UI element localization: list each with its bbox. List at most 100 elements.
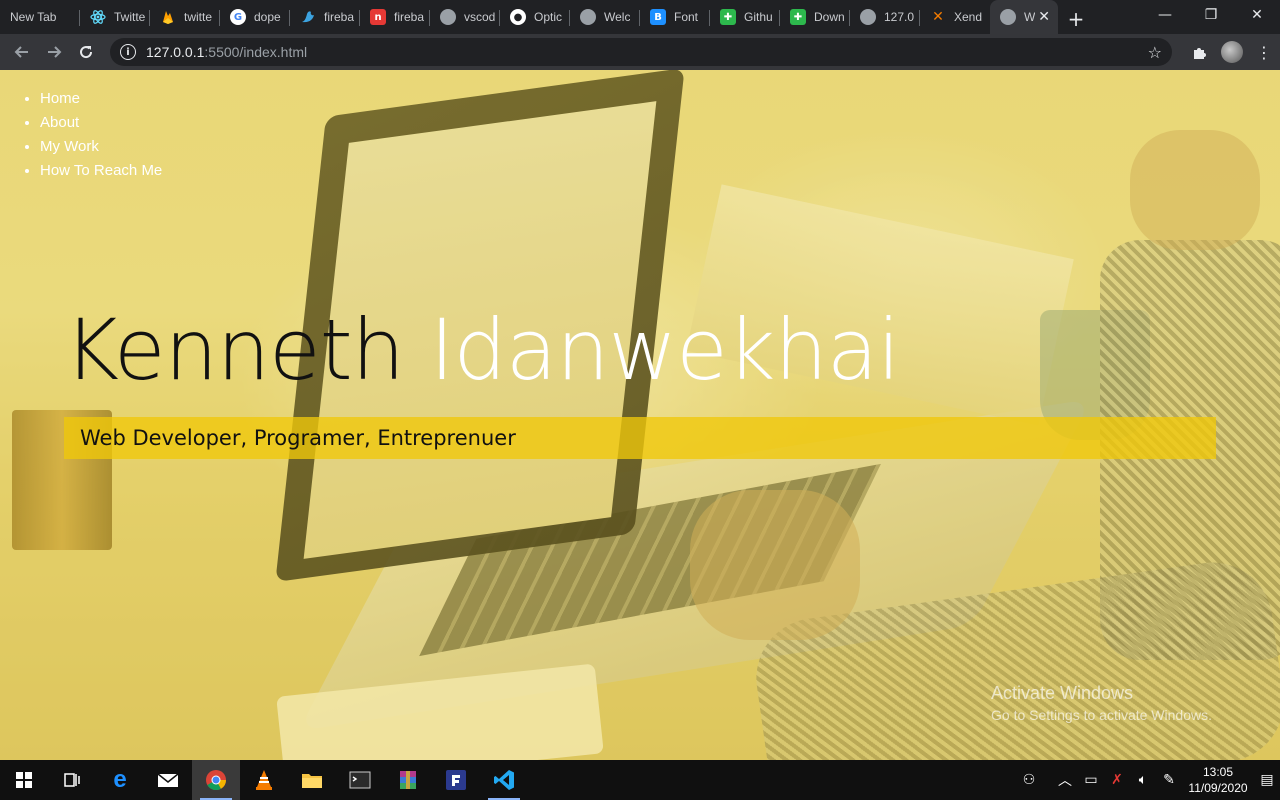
hero-last-name: Idanwekhai	[429, 301, 901, 399]
network-icon[interactable]: ✗	[1104, 772, 1130, 788]
tab-vscode[interactable]: vscod	[430, 2, 500, 32]
taskbar-winrar[interactable]	[384, 760, 432, 800]
tab-welcome[interactable]: Welc	[570, 2, 640, 32]
chevron-up-icon[interactable]: ︿	[1052, 770, 1078, 790]
tab-title: dope	[254, 10, 281, 24]
yellow-overlay	[0, 70, 1280, 760]
chrome-icon	[206, 770, 227, 791]
tab-title: Welc	[604, 10, 631, 24]
puzzle-icon: ✚	[720, 9, 736, 25]
tab-firebase-2[interactable]: n fireba	[360, 2, 430, 32]
battery-icon[interactable]: ▭	[1078, 772, 1104, 788]
reload-button[interactable]	[70, 36, 102, 68]
people-icon[interactable]: ⚇	[1016, 772, 1042, 788]
url-path: :5500/index.html	[204, 44, 308, 60]
n-icon: n	[370, 9, 386, 25]
react-icon	[90, 9, 106, 25]
clock[interactable]: 13:05 11/09/2020	[1182, 764, 1254, 796]
nav-link-my-work[interactable]: My Work	[40, 138, 99, 155]
url-text[interactable]: 127.0.0.1:5500/index.html	[146, 44, 307, 60]
site-info-icon[interactable]: i	[120, 44, 136, 60]
taskbar-app-f[interactable]	[432, 760, 480, 800]
taskbar-edge[interactable]: e	[96, 760, 144, 800]
firebase-icon	[160, 9, 176, 25]
arrow-left-icon	[14, 46, 28, 58]
minimize-button[interactable]: —	[1142, 0, 1188, 30]
tab-title: W	[1024, 10, 1036, 24]
browser-toolbar: i 127.0.0.1:5500/index.html ☆ ⋮	[0, 34, 1280, 70]
bookmark-star-icon[interactable]: ☆	[1148, 43, 1162, 62]
start-button[interactable]	[0, 760, 48, 800]
close-window-button[interactable]: ✕	[1234, 0, 1280, 30]
tab-twitter-firebase[interactable]: twitte	[150, 2, 220, 32]
bird-icon	[300, 9, 316, 25]
puzzle-icon: ✚	[790, 9, 806, 25]
activate-windows-watermark: Activate Windows Go to Settings to activ…	[991, 682, 1212, 726]
back-button[interactable]	[6, 36, 38, 68]
tab-title: New Tab	[10, 10, 57, 24]
vscode-icon	[494, 770, 514, 790]
tab-title: Down	[814, 10, 845, 24]
tab-active[interactable]: W ✕	[990, 0, 1058, 34]
nav-item-my-work: My Work	[40, 138, 162, 162]
winrar-icon	[400, 771, 416, 789]
tab-github[interactable]: ✚ Githu	[710, 2, 780, 32]
tab-title: 127.0	[884, 10, 915, 24]
tab-download[interactable]: ✚ Down	[780, 2, 850, 32]
vlc-cone-icon	[256, 770, 272, 790]
tab-localhost[interactable]: 127.0	[850, 2, 920, 32]
tab-title: Optic	[534, 10, 563, 24]
mail-icon	[157, 773, 179, 787]
nav-item-home: Home	[40, 90, 162, 114]
hero-first-name: Kenneth	[64, 301, 405, 399]
menu-button[interactable]: ⋮	[1248, 36, 1280, 68]
taskbar-mail[interactable]	[144, 760, 192, 800]
tab-font[interactable]: B Font	[640, 2, 710, 32]
extensions-button[interactable]	[1184, 36, 1216, 68]
google-icon: G	[230, 9, 246, 25]
tab-new-tab[interactable]: New Tab	[0, 2, 80, 32]
clock-date: 11/09/2020	[1188, 781, 1248, 795]
profile-avatar[interactable]	[1216, 36, 1248, 68]
taskbar-chrome[interactable]	[192, 760, 240, 800]
url-host: 127.0.0.1	[146, 44, 205, 60]
restore-button[interactable]: ❐	[1188, 0, 1234, 30]
b-icon: B	[650, 9, 666, 25]
tab-firebase-1[interactable]: fireba	[290, 2, 360, 32]
f-app-icon	[446, 770, 466, 790]
nav-link-about[interactable]: About	[40, 114, 79, 131]
address-bar[interactable]: i 127.0.0.1:5500/index.html ☆	[110, 38, 1172, 66]
x-icon: ✕	[932, 9, 944, 25]
globe-icon	[1000, 9, 1016, 25]
tab-strip: New Tab Twitte twitte G dope fireba n fi…	[0, 0, 1280, 34]
github-icon: ●	[510, 9, 526, 25]
taskbar-vlc[interactable]	[240, 760, 288, 800]
volume-icon[interactable]: 🔈︎	[1130, 772, 1156, 788]
tab-xend[interactable]: ✕ Xend	[920, 2, 990, 32]
nav-link-home[interactable]: Home	[40, 90, 80, 107]
taskbar-file-explorer[interactable]	[288, 760, 336, 800]
edge-icon: e	[113, 766, 127, 793]
puzzle-piece-icon	[1194, 48, 1206, 59]
nav-item-contact: How To Reach Me	[40, 162, 162, 186]
forward-button[interactable]	[38, 36, 70, 68]
taskbar-vscode[interactable]	[480, 760, 528, 800]
tab-google-dope[interactable]: G dope	[220, 2, 290, 32]
tab-title: Font	[674, 10, 699, 24]
nav-link-contact[interactable]: How To Reach Me	[40, 162, 162, 179]
tab-title: fireba	[394, 10, 425, 24]
notification-icon[interactable]: ▤	[1254, 772, 1280, 788]
folder-icon	[302, 774, 322, 788]
tab-title: Twitte	[114, 10, 146, 24]
close-tab-icon[interactable]: ✕	[1038, 9, 1050, 25]
clock-time: 13:05	[1202, 765, 1234, 779]
windows-taskbar: e ⚇ ︿ ▭ ✗ 🔈︎ ✎ 13:05 11/09/2020 ▤	[0, 760, 1280, 800]
task-view-button[interactable]	[48, 760, 96, 800]
tab-github-optic[interactable]: ● Optic	[500, 2, 570, 32]
new-tab-button[interactable]: +	[1058, 4, 1094, 34]
watermark-title: Activate Windows	[991, 683, 1134, 703]
taskbar-terminal[interactable]	[336, 760, 384, 800]
tab-twitter-react[interactable]: Twitte	[80, 2, 150, 32]
reload-icon	[80, 46, 93, 59]
pen-icon[interactable]: ✎	[1156, 772, 1182, 788]
